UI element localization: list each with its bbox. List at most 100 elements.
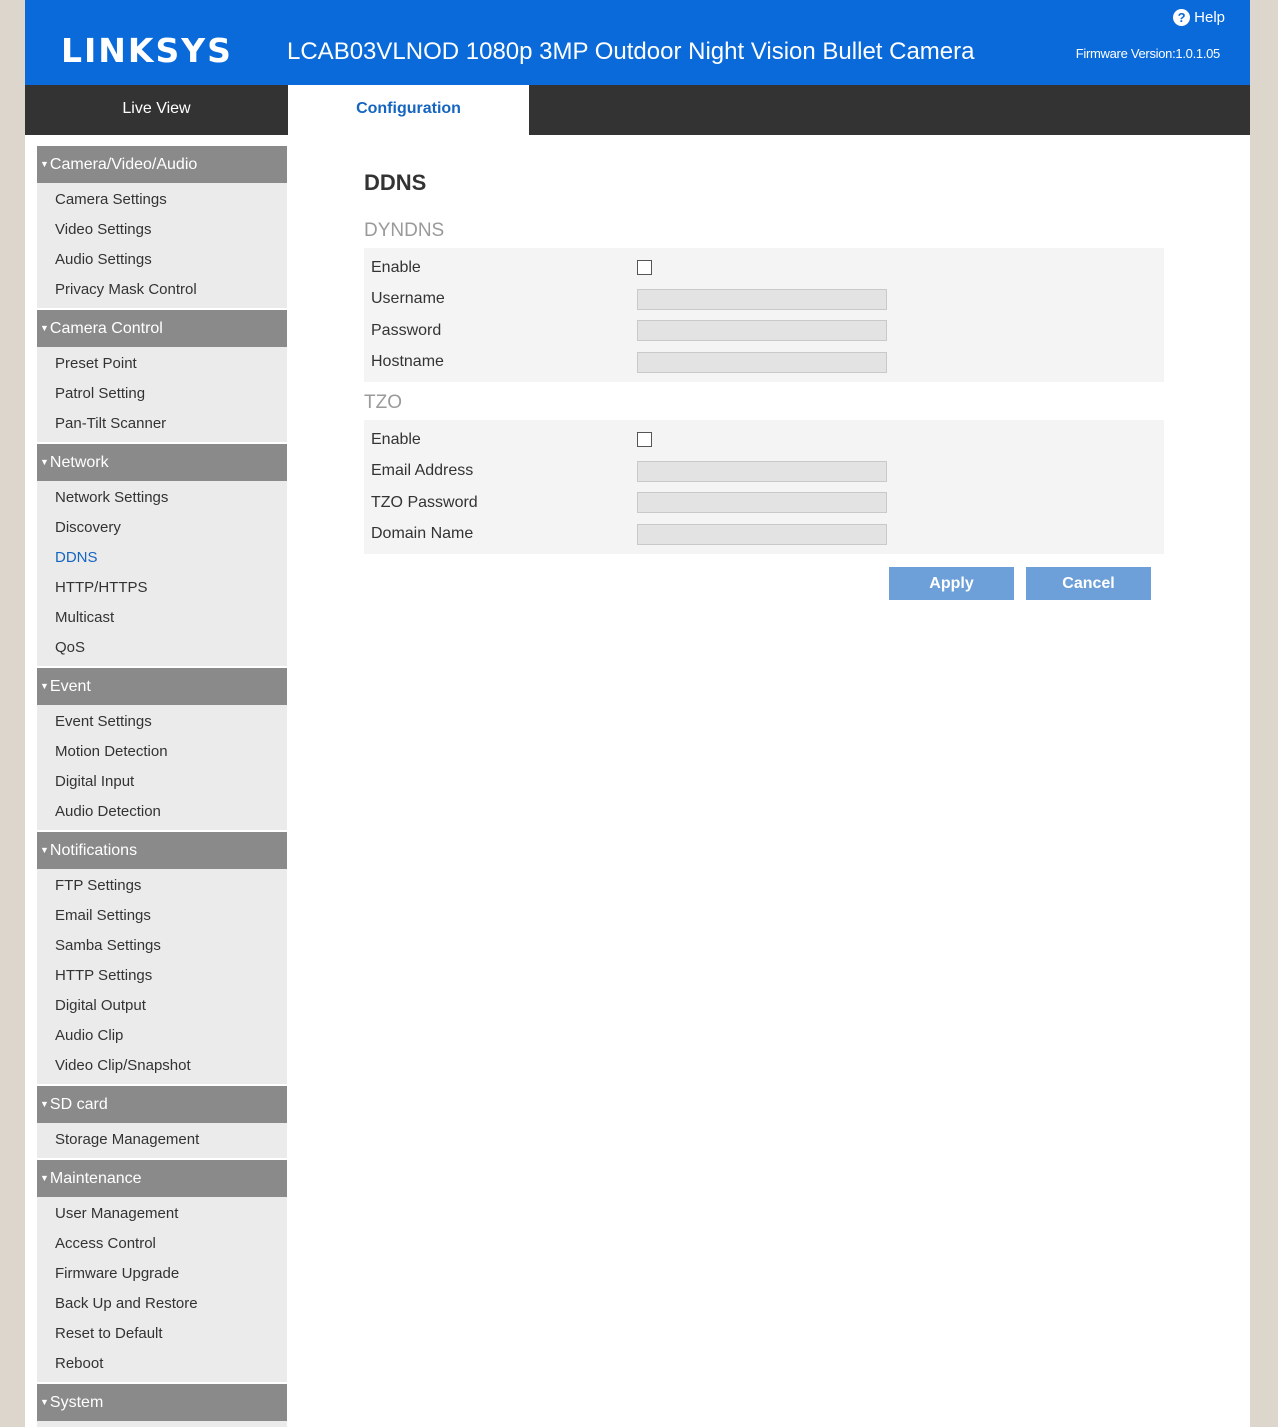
product-title: LCAB03VLNOD 1080p 3MP Outdoor Night Visi…	[287, 38, 975, 65]
tzo-form: Enable Email Address TZO Password Domain…	[364, 420, 1164, 554]
sidebar-item[interactable]: HTTP/HTTPS	[37, 573, 287, 603]
help-link[interactable]: ? Help	[1173, 9, 1225, 26]
main-content: DDNS DYNDNS Enable Username Password Hos…	[364, 160, 1164, 554]
form-row: Enable	[364, 252, 1164, 284]
sidebar-item[interactable]: HTTP Settings	[37, 961, 287, 991]
sidebar-item[interactable]: Patrol Setting	[37, 379, 287, 409]
dyndns-username-label: Username	[371, 290, 445, 308]
collapse-arrow-icon: ▼	[40, 1397, 49, 1407]
sidebar-section-title: Event	[49, 678, 91, 695]
dyndns-password-input[interactable]	[637, 320, 887, 342]
sidebar-section-header[interactable]: ▼Notifications	[37, 832, 287, 869]
sidebar-item[interactable]: Digital Input	[37, 767, 287, 797]
form-row: Email Address	[364, 456, 1164, 488]
form-row: Username	[364, 284, 1164, 316]
collapse-arrow-icon: ▼	[40, 681, 49, 691]
dyndns-hostname-input[interactable]	[637, 351, 887, 373]
firmware-version: Firmware Version:1.0.1.05	[1075, 46, 1221, 61]
sidebar-section-header[interactable]: ▼SD card	[37, 1086, 287, 1123]
sidebar-section-items: Network Settings Discovery DDNS HTTP/HTTPS M…	[37, 481, 287, 666]
sidebar-section-header[interactable]: ▼Network	[37, 444, 287, 481]
dyndns-form: Enable Username Password Hostname	[364, 248, 1164, 382]
linksys-logo: LINKSYS	[61, 31, 233, 70]
collapse-arrow-icon: ▼	[40, 323, 49, 333]
sidebar-item[interactable]: Digital Output	[37, 991, 287, 1021]
sidebar-item[interactable]: Event Settings	[37, 707, 287, 737]
cancel-button[interactable]: Cancel	[1026, 567, 1151, 600]
help-label: Help	[1194, 9, 1225, 26]
sidebar-item[interactable]: Email Settings	[37, 901, 287, 931]
form-row: Password	[364, 315, 1164, 347]
tab-live-view[interactable]: Live View	[25, 85, 288, 135]
page-title: DDNS	[364, 170, 427, 195]
dyndns-password-label: Password	[371, 321, 442, 339]
form-buttons: Apply Cancel	[889, 567, 1163, 600]
tzo-domain-label: Domain Name	[371, 525, 474, 543]
collapse-arrow-icon: ▼	[40, 159, 49, 169]
sidebar-section-header[interactable]: ▼Camera Control	[37, 310, 287, 347]
sidebar-section-title: SD card	[49, 1096, 108, 1113]
sidebar-section-items: Preset Point Patrol Setting Pan-Tilt Scann…	[37, 347, 287, 442]
form-row: TZO Password	[364, 487, 1164, 519]
dyndns-heading: DYNDNS	[364, 220, 445, 241]
sidebar-item[interactable]: Audio Detection	[37, 797, 287, 827]
tzo-password-input[interactable]	[637, 492, 887, 514]
form-row: Hostname	[364, 347, 1164, 379]
sidebar-item[interactable]: FTP Settings	[37, 871, 287, 901]
sidebar-section-header[interactable]: ▼Maintenance	[37, 1160, 287, 1197]
sidebar-item[interactable]: Reboot	[37, 1349, 287, 1379]
sidebar-item[interactable]: Preset Point	[37, 349, 287, 379]
sidebar: ▼Camera/Video/Audio Camera Settings Video …	[37, 146, 287, 1427]
sidebar-item[interactable]: Video Settings	[37, 215, 287, 245]
collapse-arrow-icon: ▼	[40, 845, 49, 855]
sidebar-item[interactable]: User Management	[37, 1199, 287, 1229]
sidebar-section-title: Camera Control	[49, 320, 163, 337]
tzo-heading: TZO	[364, 392, 402, 413]
sidebar-item[interactable]: Firmware Upgrade	[37, 1259, 287, 1289]
dyndns-enable-checkbox[interactable]	[637, 260, 652, 276]
sidebar-item[interactable]: System Log	[37, 1423, 287, 1427]
sidebar-section-items: Camera Settings Video Settings Audio Setti…	[37, 183, 287, 308]
collapse-arrow-icon: ▼	[40, 1099, 49, 1109]
sidebar-item[interactable]: Discovery	[37, 513, 287, 543]
sidebar-item[interactable]: Motion Detection	[37, 737, 287, 767]
sidebar-item[interactable]: Network Settings	[37, 483, 287, 513]
sidebar-section-header[interactable]: ▼System	[37, 1384, 287, 1421]
sidebar-item[interactable]: Audio Clip	[37, 1021, 287, 1051]
sidebar-item[interactable]: DDNS	[37, 543, 287, 573]
tab-configuration[interactable]: Configuration	[288, 85, 529, 135]
form-row: Domain Name	[364, 519, 1164, 551]
sidebar-item[interactable]: Privacy Mask Control	[37, 275, 287, 305]
sidebar-section-title: Network	[49, 454, 109, 471]
tzo-domain-input[interactable]	[637, 523, 887, 545]
form-row: Enable	[364, 424, 1164, 456]
help-icon: ?	[1173, 9, 1191, 26]
sidebar-item[interactable]: QoS	[37, 633, 287, 663]
sidebar-section-title: Notifications	[49, 842, 138, 859]
sidebar-section-items: User Management Access Control Firmware Up…	[37, 1197, 287, 1382]
tzo-password-label: TZO Password	[371, 493, 478, 511]
sidebar-section-items: FTP Settings Email Settings Samba Settings…	[37, 869, 287, 1084]
sidebar-item[interactable]: Audio Settings	[37, 245, 287, 275]
sidebar-item[interactable]: Access Control	[37, 1229, 287, 1259]
sidebar-item[interactable]: Storage Management	[37, 1125, 287, 1155]
sidebar-section-header[interactable]: ▼Event	[37, 668, 287, 705]
sidebar-section-header[interactable]: ▼Camera/Video/Audio	[37, 146, 287, 183]
apply-button[interactable]: Apply	[889, 567, 1014, 600]
sidebar-item[interactable]: Back Up and Restore	[37, 1289, 287, 1319]
tzo-enable-checkbox[interactable]	[637, 432, 652, 448]
tzo-email-input[interactable]	[637, 460, 887, 482]
sidebar-item[interactable]: Pan-Tilt Scanner	[37, 409, 287, 439]
sidebar-item[interactable]: Reset to Default	[37, 1319, 287, 1349]
sidebar-section-title: Camera/Video/Audio	[49, 156, 198, 173]
collapse-arrow-icon: ▼	[40, 457, 49, 467]
sidebar-item[interactable]: Multicast	[37, 603, 287, 633]
collapse-arrow-icon: ▼	[40, 1173, 49, 1183]
sidebar-item[interactable]: Video Clip/Snapshot	[37, 1051, 287, 1081]
header-bar: LINKSYS LCAB03VLNOD 1080p 3MP Outdoor Ni…	[25, 0, 1250, 85]
sidebar-item[interactable]: Samba Settings	[37, 931, 287, 961]
sidebar-section-items: Event Settings Motion Detection Digital In…	[37, 705, 287, 830]
dyndns-username-input[interactable]	[637, 288, 887, 310]
sidebar-item[interactable]: Camera Settings	[37, 185, 287, 215]
tzo-enable-label: Enable	[371, 430, 421, 448]
